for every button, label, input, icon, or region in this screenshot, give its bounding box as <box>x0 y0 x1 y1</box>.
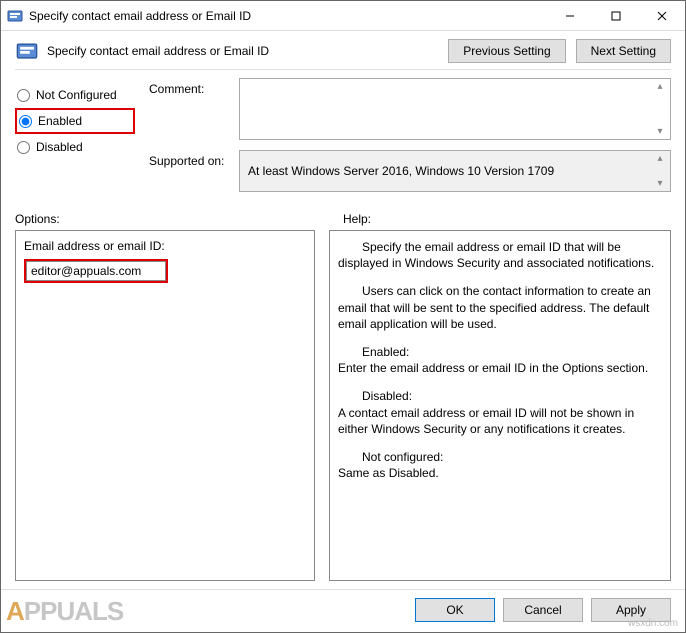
email-input-highlight <box>24 259 168 283</box>
help-panel: Specify the email address or email ID th… <box>329 230 671 581</box>
email-field-label: Email address or email ID: <box>24 239 306 253</box>
supported-on-label: Supported on: <box>149 150 239 168</box>
options-header: Options: <box>15 212 343 226</box>
policy-window: Specify contact email address or Email I… <box>0 0 686 633</box>
page-title: Specify contact email address or Email I… <box>47 44 448 58</box>
supported-row: Supported on: At least Windows Server 20… <box>149 150 671 192</box>
cancel-button[interactable]: Cancel <box>503 598 583 622</box>
comment-textarea[interactable]: ▴ ▾ <box>239 78 671 140</box>
comment-row: Comment: ▴ ▾ <box>149 78 671 140</box>
titlebar: Specify contact email address or Email I… <box>1 1 685 31</box>
nav-buttons: Previous Setting Next Setting <box>448 39 671 63</box>
email-input[interactable] <box>26 261 166 281</box>
help-p2: Users can click on the contact informati… <box>338 283 662 332</box>
scroll-down-icon[interactable]: ▾ <box>652 126 668 137</box>
help-text: Specify the email address or email ID th… <box>338 239 662 481</box>
apply-button[interactable]: Apply <box>591 598 671 622</box>
options-panel: Email address or email ID: <box>15 230 315 581</box>
radio-not-configured[interactable]: Not Configured <box>15 82 135 108</box>
help-notconfigured-body: Same as Disabled. <box>338 466 439 480</box>
help-header: Help: <box>343 212 371 226</box>
state-radios: Not Configured Enabled Disabled <box>15 78 135 202</box>
help-p1: Specify the email address or email ID th… <box>338 239 662 271</box>
supported-on-value: At least Windows Server 2016, Windows 10… <box>248 164 554 178</box>
radio-enabled[interactable]: Enabled <box>15 108 135 134</box>
bottom-button-bar: OK Cancel Apply <box>1 589 685 632</box>
next-setting-button[interactable]: Next Setting <box>576 39 671 63</box>
minimize-button[interactable] <box>547 1 593 30</box>
radio-disabled-input[interactable] <box>17 141 30 154</box>
panels: Email address or email ID: Specify the e… <box>1 230 685 589</box>
window-title: Specify contact email address or Email I… <box>29 9 547 23</box>
fields-column: Comment: ▴ ▾ Supported on: At least Wind… <box>149 78 671 202</box>
ok-button[interactable]: OK <box>415 598 495 622</box>
policy-icon <box>7 8 23 24</box>
radio-not-configured-label: Not Configured <box>36 88 117 102</box>
header: Specify contact email address or Email I… <box>1 31 685 67</box>
help-enabled-title: Enabled: <box>338 344 662 360</box>
radio-disabled-label: Disabled <box>36 140 83 154</box>
scroll-up-icon[interactable]: ▴ <box>652 153 668 164</box>
scroll-down-icon[interactable]: ▾ <box>652 178 668 189</box>
radio-not-configured-input[interactable] <box>17 89 30 102</box>
radio-enabled-input[interactable] <box>19 115 32 128</box>
scroll-up-icon[interactable]: ▴ <box>652 81 668 92</box>
maximize-button[interactable] <box>593 1 639 30</box>
policy-large-icon <box>15 39 39 63</box>
comment-label: Comment: <box>149 78 239 96</box>
radio-enabled-label: Enabled <box>38 114 82 128</box>
help-enabled-body: Enter the email address or email ID in t… <box>338 361 648 375</box>
previous-setting-button[interactable]: Previous Setting <box>448 39 565 63</box>
help-notconfigured-title: Not configured: <box>338 449 662 465</box>
window-controls <box>547 1 685 30</box>
help-disabled-body: A contact email address or email ID will… <box>338 406 634 436</box>
radio-disabled[interactable]: Disabled <box>15 134 135 160</box>
config-area: Not Configured Enabled Disabled Comment:… <box>1 78 685 208</box>
divider <box>15 69 671 70</box>
help-disabled-title: Disabled: <box>338 388 662 404</box>
section-headers: Options: Help: <box>1 208 685 230</box>
close-button[interactable] <box>639 1 685 30</box>
supported-on-value-box: At least Windows Server 2016, Windows 10… <box>239 150 671 192</box>
